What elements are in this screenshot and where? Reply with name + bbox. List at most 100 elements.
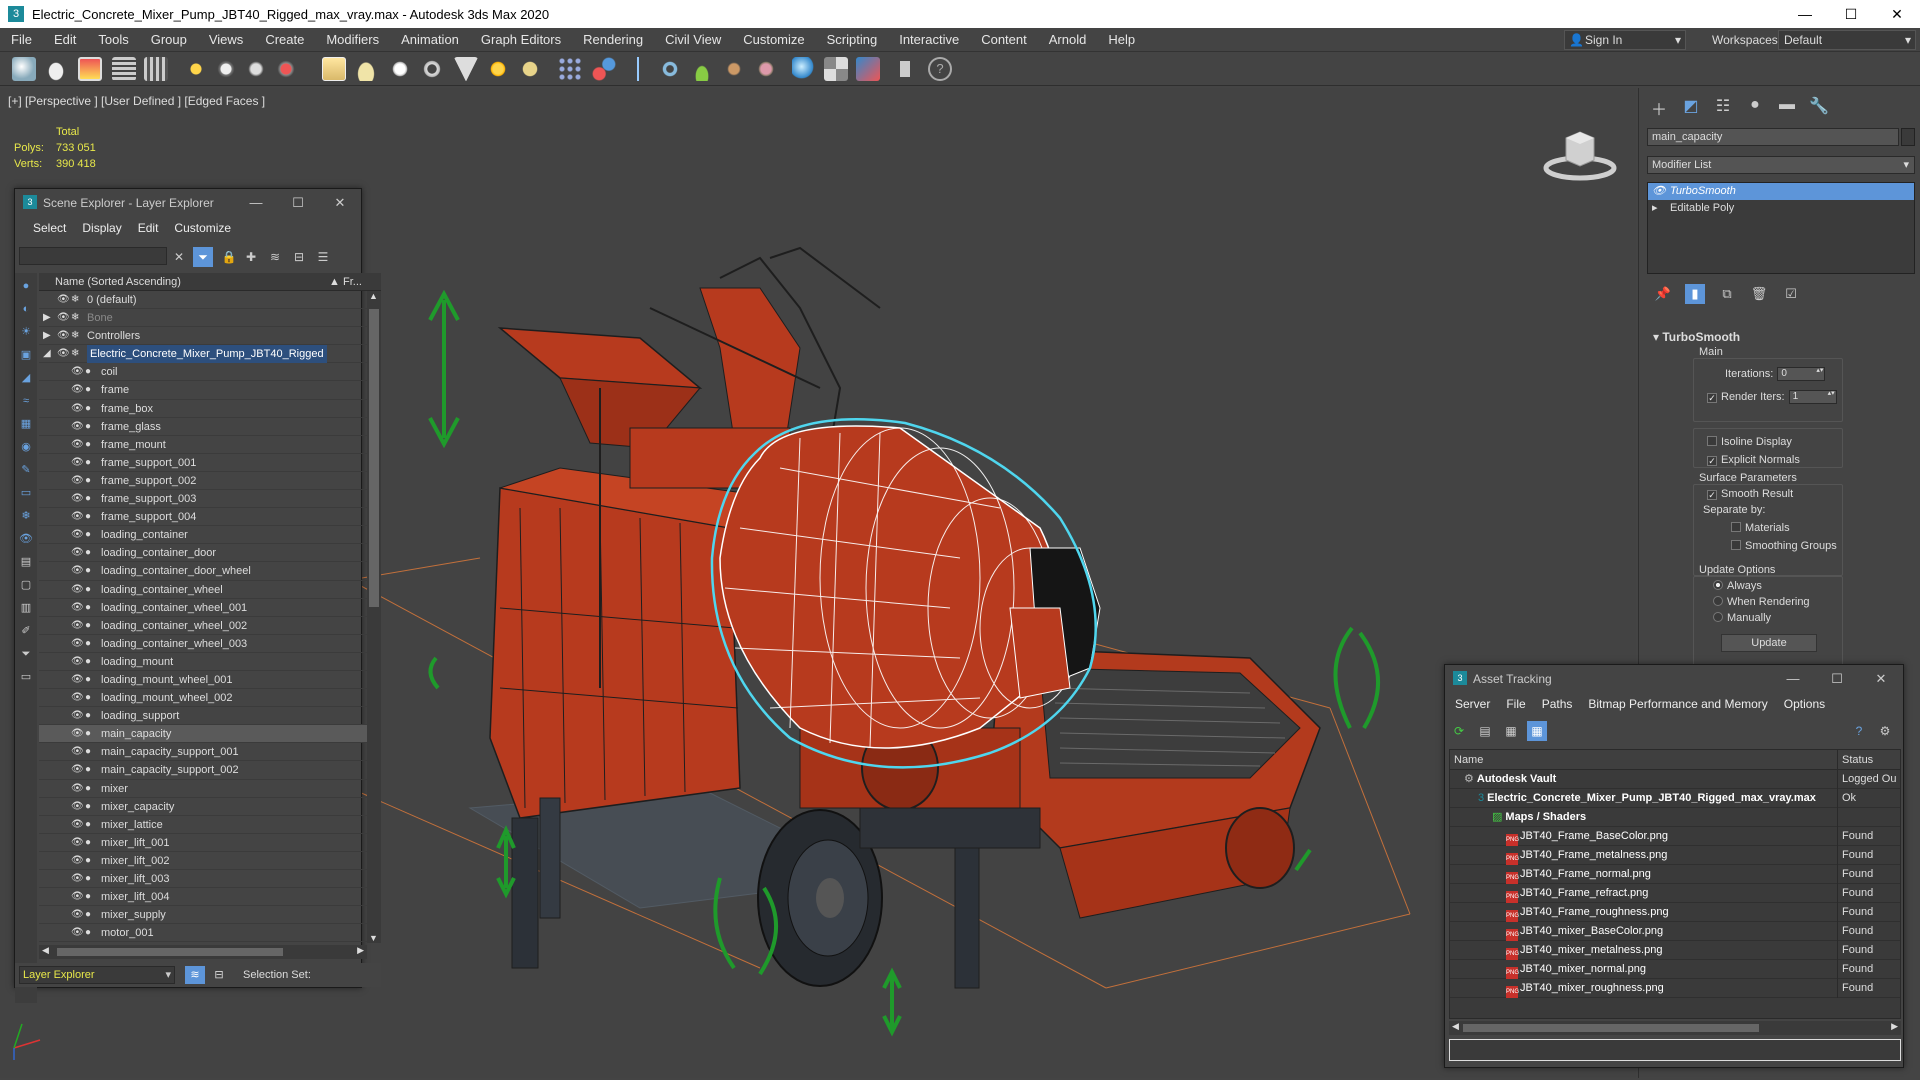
scroll-right-icon[interactable]: ▶ — [357, 945, 364, 956]
dumbbell-icon[interactable] — [274, 57, 298, 81]
object-row[interactable]: 👁● motor_002 — [39, 942, 367, 943]
settings-icon[interactable]: ⚙ — [1875, 721, 1895, 741]
eye-icon[interactable]: 👁 — [71, 472, 84, 490]
object-row[interactable]: 👁 ● loading_container_door — [39, 544, 367, 563]
hierarchy-icon[interactable]: ⊟ — [289, 247, 309, 267]
close-icon[interactable]: ✕ — [319, 189, 361, 217]
close-icon[interactable]: ✕ — [1874, 0, 1920, 28]
bulb-icon[interactable] — [184, 57, 208, 81]
object-row[interactable]: 👁 ● motor_001 — [39, 924, 367, 943]
menu-group[interactable]: Group — [140, 32, 198, 47]
render-iters-spinner[interactable]: 1 — [1788, 390, 1837, 404]
object-row[interactable]: 👁 ● frame_support_004 — [39, 508, 367, 527]
object-row[interactable]: 👁 ● mixer_lift_003 — [39, 870, 367, 889]
render-setup-icon[interactable] — [896, 57, 920, 81]
rollout-header[interactable]: ▾ TurboSmooth — [1647, 328, 1915, 346]
object-row[interactable]: 👁 ● mixer_lift_004 — [39, 888, 367, 907]
explorer-type-dropdown[interactable]: Layer Explorer ▾ — [19, 966, 175, 984]
object-row[interactable]: 👁 ● main_capacity_support_002 — [39, 761, 367, 780]
maximize-icon[interactable]: ☐ — [1828, 0, 1874, 28]
hierarchy-tab-icon[interactable]: ☷ — [1711, 96, 1735, 118]
expand-triangle-icon[interactable]: ◢ — [43, 345, 51, 363]
asset-path-field[interactable] — [1449, 1039, 1901, 1061]
menu-modifiers[interactable]: Modifiers — [315, 32, 390, 47]
cloud-icon[interactable] — [44, 57, 68, 81]
eye-icon[interactable]: 👁 — [71, 942, 84, 943]
layer-row[interactable]: ◢ 👁 ❄ Electric_Concrete_Mixer_Pump_JBT40_Ri… — [39, 345, 367, 364]
eye-icon[interactable]: 👁 — [71, 400, 84, 418]
object-row[interactable]: 👁 ● loading_mount — [39, 653, 367, 671]
eye-icon[interactable]: 👁 — [71, 562, 84, 580]
object-row[interactable]: 👁 ● frame_box — [39, 400, 367, 418]
sign-in-dropdown[interactable]: 👤 Sign In ▾ — [1564, 30, 1686, 50]
menu-file[interactable]: File — [1498, 697, 1533, 711]
cone-icon[interactable] — [354, 57, 378, 81]
eye-icon[interactable]: 👁 — [71, 924, 84, 942]
asset-row[interactable]: PNGJBT40_mixer_BaseColor.png Found — [1450, 922, 1900, 941]
photo-icon[interactable] — [78, 57, 102, 81]
object-row[interactable]: 👁 ● loading_container_wheel_001 — [39, 599, 367, 617]
geometry-filter-icon[interactable]: ● — [17, 277, 35, 295]
eye-icon[interactable]: 👁 — [71, 544, 84, 562]
eye-icon[interactable]: 👁 — [71, 490, 84, 508]
sun-icon[interactable] — [486, 57, 510, 81]
eye-icon[interactable]: 👁 — [71, 635, 84, 653]
scroll-up-icon[interactable]: ▲ — [369, 291, 378, 301]
object-row[interactable]: 👁 ● loading_container_wheel_002 — [39, 617, 367, 635]
eye-icon[interactable]: 👁 — [71, 689, 84, 707]
menu-server[interactable]: Server — [1447, 697, 1498, 711]
object-row[interactable]: 👁 ● loading_mount_wheel_001 — [39, 671, 367, 690]
scroll-right-icon[interactable]: ▶ — [1891, 1021, 1898, 1032]
object-row[interactable]: 👁 ● loading_mount_wheel_002 — [39, 689, 367, 708]
utilities-tab-icon[interactable]: 🔧 — [1807, 96, 1831, 118]
eye-icon[interactable]: 👁 — [71, 617, 84, 635]
eye-icon[interactable]: 👁 — [71, 870, 84, 888]
freeze-icon[interactable]: ❄ — [71, 345, 79, 363]
eye-icon[interactable]: 👁 — [71, 798, 84, 816]
maximize-icon[interactable]: ☐ — [277, 189, 319, 217]
invert-icon[interactable]: ▥ — [17, 599, 35, 617]
plant-icon[interactable] — [690, 57, 714, 81]
explicit-normals-checkbox[interactable]: ✓ — [1707, 456, 1717, 466]
eye-icon[interactable]: 👁 — [71, 888, 84, 906]
stack-item-editable-poly[interactable]: ▸ Editable Poly — [1648, 200, 1914, 217]
pin-stack-icon[interactable]: 📌 — [1653, 284, 1673, 304]
when-rendering-radio[interactable] — [1713, 596, 1723, 606]
magnet-icon[interactable] — [214, 57, 238, 81]
eye-icon[interactable]: 👁 — [71, 761, 84, 779]
scene-explorer-titlebar[interactable]: 3 Scene Explorer - Layer Explorer — ☐ ✕ — [15, 189, 361, 217]
asset-row[interactable]: PNGJBT40_Frame_roughness.png Found — [1450, 903, 1900, 922]
menu-bitmap-performance[interactable]: Bitmap Performance and Memory — [1580, 697, 1775, 711]
lock-icon[interactable]: 🔒 — [219, 247, 239, 267]
object-row[interactable]: 👁 ● loading_support — [39, 707, 367, 726]
container-filter-icon[interactable]: ▭ — [17, 484, 35, 502]
viewcube-icon[interactable] — [1540, 124, 1620, 184]
object-row[interactable]: 👁 ● frame_support_001 — [39, 454, 367, 472]
object-row[interactable]: 👁 ● frame_support_003 — [39, 490, 367, 509]
asset-row[interactable]: PNGJBT40_mixer_normal.png Found — [1450, 960, 1900, 979]
horizontal-scrollbar[interactable]: ◀ ▶ — [39, 945, 367, 959]
minimize-icon[interactable]: — — [1771, 665, 1815, 693]
scroll-thumb[interactable] — [369, 309, 379, 607]
close-icon[interactable]: ✕ — [1859, 665, 1903, 693]
menu-arnold[interactable]: Arnold — [1038, 32, 1098, 47]
eye-icon[interactable]: 👁 — [71, 816, 84, 834]
tripod-icon[interactable] — [626, 57, 650, 81]
eye-icon[interactable]: 👁 — [71, 725, 84, 743]
sphere-icon[interactable] — [388, 57, 412, 81]
menu-paths[interactable]: Paths — [1534, 697, 1581, 711]
object-row[interactable]: 👁 ● frame_glass — [39, 418, 367, 436]
shape-filter-icon[interactable]: ◐ — [17, 300, 35, 318]
update-button[interactable]: Update — [1721, 634, 1817, 652]
materials-checkbox[interactable] — [1731, 522, 1741, 532]
menu-help[interactable]: Help — [1097, 32, 1146, 47]
menu-select[interactable]: Select — [25, 221, 74, 235]
eye-icon[interactable]: 👁 — [57, 327, 70, 345]
asset-row[interactable]: PNGJBT40_Frame_BaseColor.png Found — [1450, 827, 1900, 846]
xref-filter-icon[interactable]: ◉ — [17, 438, 35, 456]
object-row[interactable]: 👁 ● loading_container_door_wheel — [39, 562, 367, 581]
asset-row[interactable]: PNGJBT40_Frame_metalness.png Found — [1450, 846, 1900, 865]
eye-icon[interactable]: 👁 — [71, 653, 84, 671]
funnel-icon[interactable]: ⏷ — [17, 645, 35, 663]
expand-triangle-icon[interactable]: ▶ — [43, 327, 51, 345]
